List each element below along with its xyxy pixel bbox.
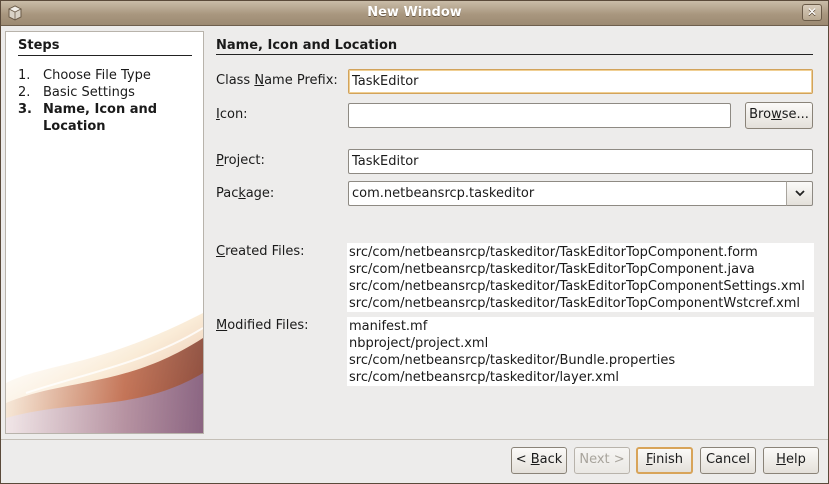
finish-button[interactable]: Finish — [636, 447, 693, 474]
file-item: src/com/netbeansrcp/taskeditor/TaskEdito… — [349, 296, 801, 311]
chevron-down-icon[interactable] — [786, 181, 813, 206]
icon-input[interactable] — [348, 103, 731, 128]
close-icon[interactable]: ✕ — [802, 4, 822, 21]
class-name-prefix-label: Class Name Prefix: — [216, 73, 338, 88]
new-window-dialog: New Window ✕ Steps 1. Choose File Type 2… — [0, 0, 829, 484]
steps-divider — [18, 55, 192, 56]
created-files-list: src/com/netbeansrcp/taskeditor/TaskEdito… — [347, 243, 814, 312]
file-item: manifest.mf — [349, 319, 428, 334]
next-button[interactable]: Next > — [574, 447, 630, 474]
steps-list: 1. Choose File Type 2. Basic Settings 3. Na… — [18, 67, 193, 135]
window-title: New Window — [367, 5, 462, 20]
modified-files-label: Modified Files: — [216, 318, 309, 333]
back-button[interactable]: < Back — [511, 447, 567, 474]
modified-files-list: manifest.mf nbproject/project.xml src/co… — [347, 317, 814, 386]
step-item: 1. Choose File Type — [18, 68, 151, 83]
class-name-prefix-input[interactable]: TaskEditor — [348, 69, 813, 94]
steps-panel: Steps 1. Choose File Type 2. Basic Setting… — [5, 31, 204, 434]
project-field: TaskEditor — [348, 149, 813, 174]
steps-title: Steps — [18, 38, 60, 53]
step-item: 2. Basic Settings — [18, 85, 135, 100]
package-label: Package: — [216, 186, 275, 201]
icon-label: Icon: — [216, 107, 248, 122]
cancel-button[interactable]: Cancel — [700, 447, 756, 474]
file-item: src/com/netbeansrcp/taskeditor/TaskEdito… — [349, 279, 805, 294]
help-button[interactable]: Help — [763, 447, 819, 474]
panel-title: Name, Icon and Location — [216, 38, 398, 53]
panel-divider — [216, 54, 813, 55]
file-item: src/com/netbeansrcp/taskeditor/TaskEdito… — [349, 245, 758, 260]
file-item: src/com/netbeansrcp/taskeditor/TaskEdito… — [349, 262, 755, 277]
title-bar[interactable]: New Window ✕ — [1, 1, 828, 26]
step-item-current: 3. Name, Icon and Location — [18, 102, 158, 134]
button-bar-divider — [1, 439, 828, 440]
package-combobox[interactable]: com.netbeansrcp.taskeditor — [348, 181, 787, 206]
browse-button[interactable]: Browse... — [745, 102, 813, 129]
file-item: src/com/netbeansrcp/taskeditor/layer.xml — [349, 370, 619, 385]
project-label: Project: — [216, 153, 265, 168]
file-item: nbproject/project.xml — [349, 336, 489, 351]
decorative-wave-image — [6, 313, 203, 433]
file-item: src/com/netbeansrcp/taskeditor/Bundle.pr… — [349, 353, 676, 368]
created-files-label: Created Files: — [216, 244, 305, 259]
